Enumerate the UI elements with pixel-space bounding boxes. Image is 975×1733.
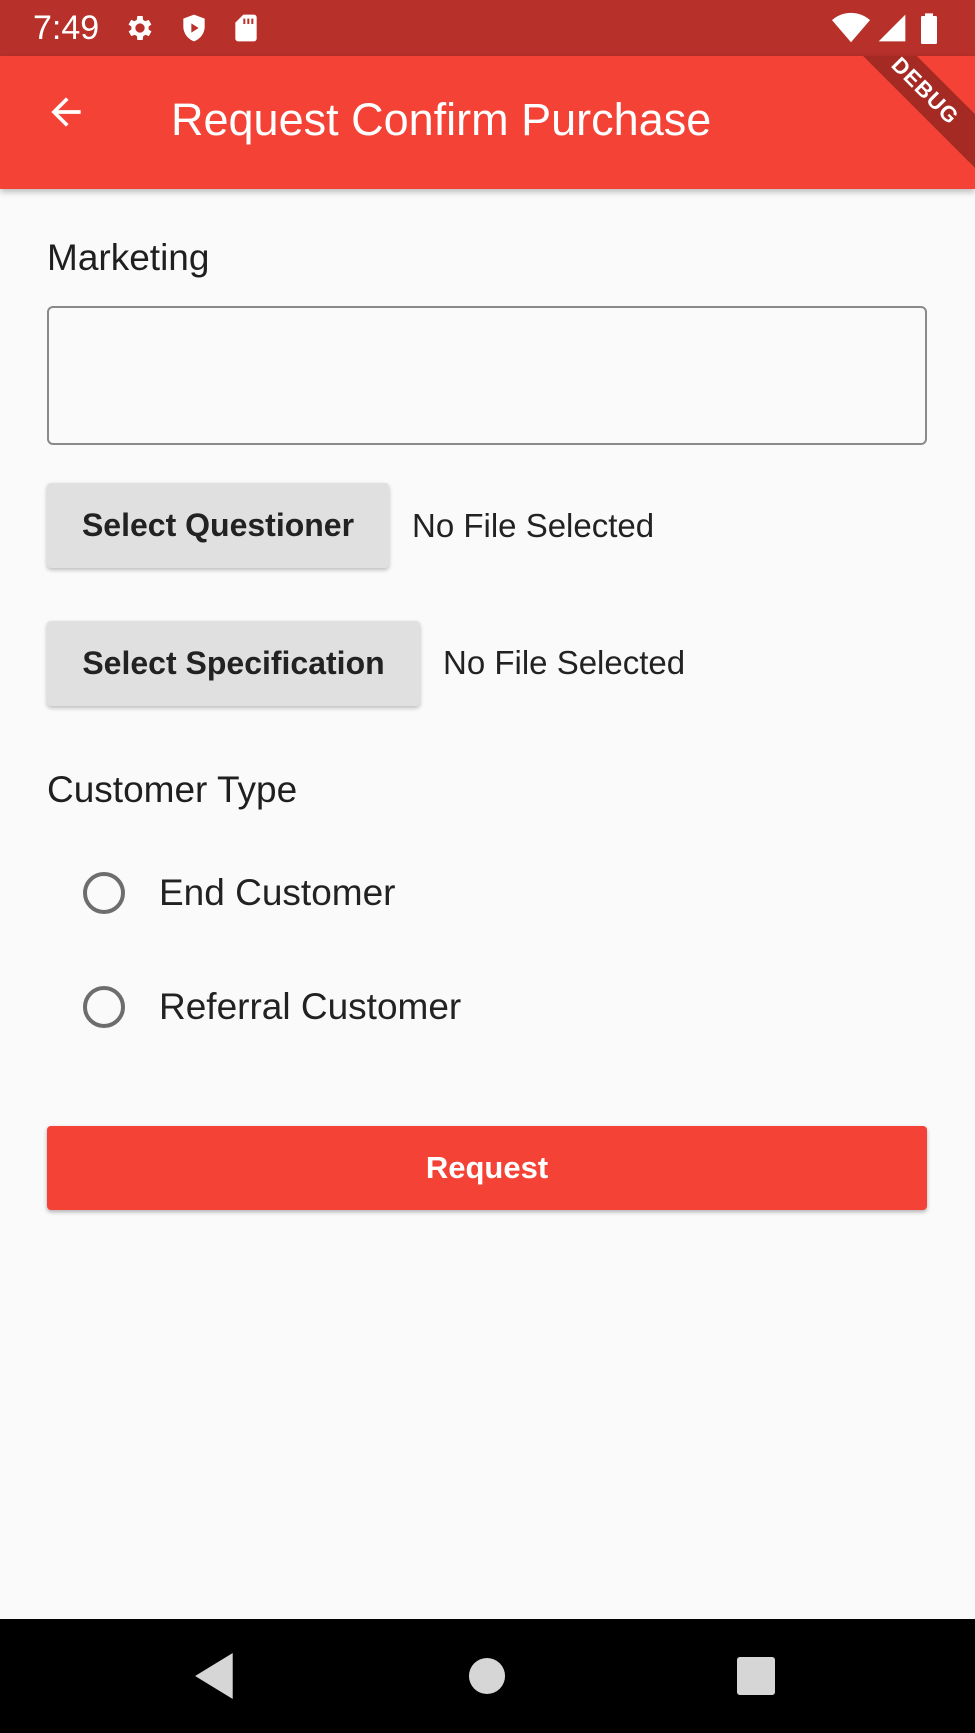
wifi-icon [832,12,870,44]
request-button[interactable]: Request [47,1126,927,1210]
radio-label: End Customer [159,872,396,913]
debug-banner: DEBUG [826,56,975,189]
battery-icon [918,12,940,45]
radio-button[interactable] [83,872,125,914]
select-questioner-button[interactable]: Select Questioner [47,483,389,568]
gear-icon [124,12,156,44]
radio-option-referral-customer[interactable]: Referral Customer [70,967,461,1047]
recents-square-icon[interactable] [721,1641,791,1711]
home-circle-icon[interactable] [452,1641,522,1711]
arrow-back-icon [44,90,88,139]
page-title: Request Confirm Purchase [171,94,712,145]
signal-icon [876,12,908,44]
status-bar: 7:49 [0,0,975,56]
questioner-file-status: No File Selected [412,507,655,544]
shield-icon [178,12,210,44]
sd-card-icon [230,12,262,44]
status-time: 7:49 [33,9,100,47]
radio-option-end-customer[interactable]: End Customer [70,853,396,933]
back-button[interactable] [26,74,106,154]
back-triangle-icon[interactable] [181,1641,251,1711]
app-bar: Request Confirm Purchase DEBUG [0,56,975,189]
select-specification-button[interactable]: Select Specification [47,621,420,706]
customer-type-label: Customer Type [47,769,298,810]
navigation-bar [0,1619,975,1733]
radio-button[interactable] [83,986,125,1028]
radio-label: Referral Customer [159,986,462,1027]
marketing-label: Marketing [47,237,210,278]
specification-file-status: No File Selected [443,644,686,681]
marketing-input[interactable] [47,306,927,445]
